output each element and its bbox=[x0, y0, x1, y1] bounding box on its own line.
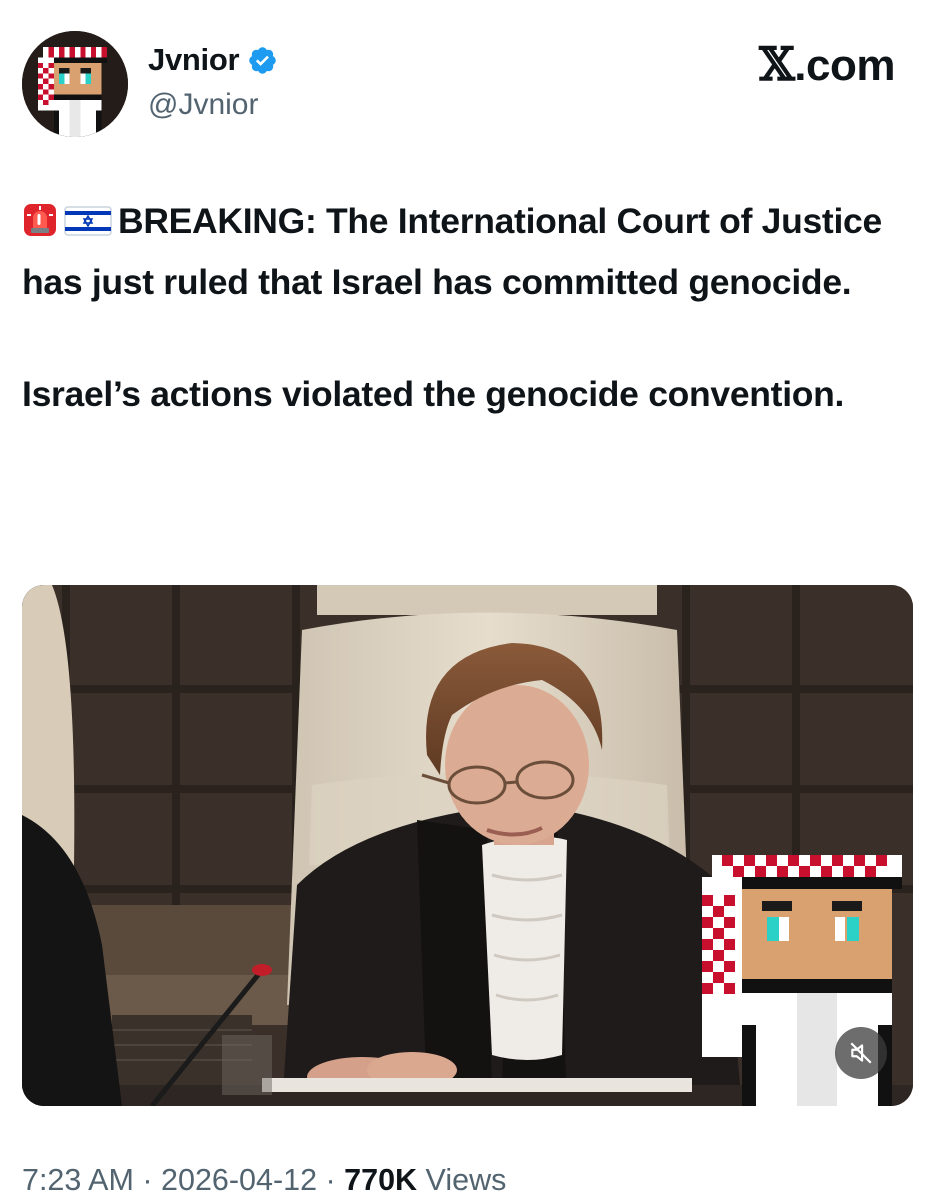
author-avatar[interactable] bbox=[22, 31, 128, 137]
tweet-body: BREAKING: The International Court of Jus… bbox=[22, 193, 902, 422]
author-display-name[interactable]: Jvnior bbox=[148, 40, 278, 80]
verified-badge-icon bbox=[247, 45, 278, 76]
tweet-video[interactable] bbox=[22, 585, 913, 1106]
views-count: 770K bbox=[344, 1163, 418, 1197]
views-label: Views bbox=[425, 1163, 507, 1197]
rotating-light-icon bbox=[22, 198, 58, 254]
tweet-paragraph-2: Israel’s actions violated the genocide c… bbox=[22, 374, 845, 414]
israel-flag-icon bbox=[64, 198, 112, 254]
pixel-avatar-image bbox=[22, 31, 128, 137]
tweet-time[interactable]: 7:23 AM bbox=[22, 1163, 134, 1197]
tweet-paragraph-1-text: BREAKING: The International Court of Jus… bbox=[22, 201, 882, 302]
tweet-meta: 7:23 AM · 2026-04-12 · 770K Views bbox=[22, 1160, 506, 1200]
video-frame bbox=[22, 585, 913, 1106]
x-com-logo: 𝕏 .com bbox=[759, 38, 895, 92]
meta-separator-1: · bbox=[133, 1163, 162, 1197]
display-name-text[interactable]: Jvnior bbox=[148, 40, 240, 80]
tweet-date[interactable]: 2026-04-12 bbox=[161, 1163, 317, 1197]
author-handle[interactable]: @Jvnior bbox=[148, 86, 258, 124]
mute-toggle-button[interactable] bbox=[835, 1027, 887, 1079]
brand-suffix: .com bbox=[794, 41, 895, 90]
x-logo-icon: 𝕏 bbox=[759, 37, 795, 91]
tweet-paragraph-1: BREAKING: The International Court of Jus… bbox=[22, 193, 902, 310]
meta-separator-2: · bbox=[317, 1163, 345, 1197]
muted-speaker-icon bbox=[850, 1042, 872, 1064]
tweet-header: Jvnior @Jvnior 𝕏 .com bbox=[0, 0, 935, 150]
